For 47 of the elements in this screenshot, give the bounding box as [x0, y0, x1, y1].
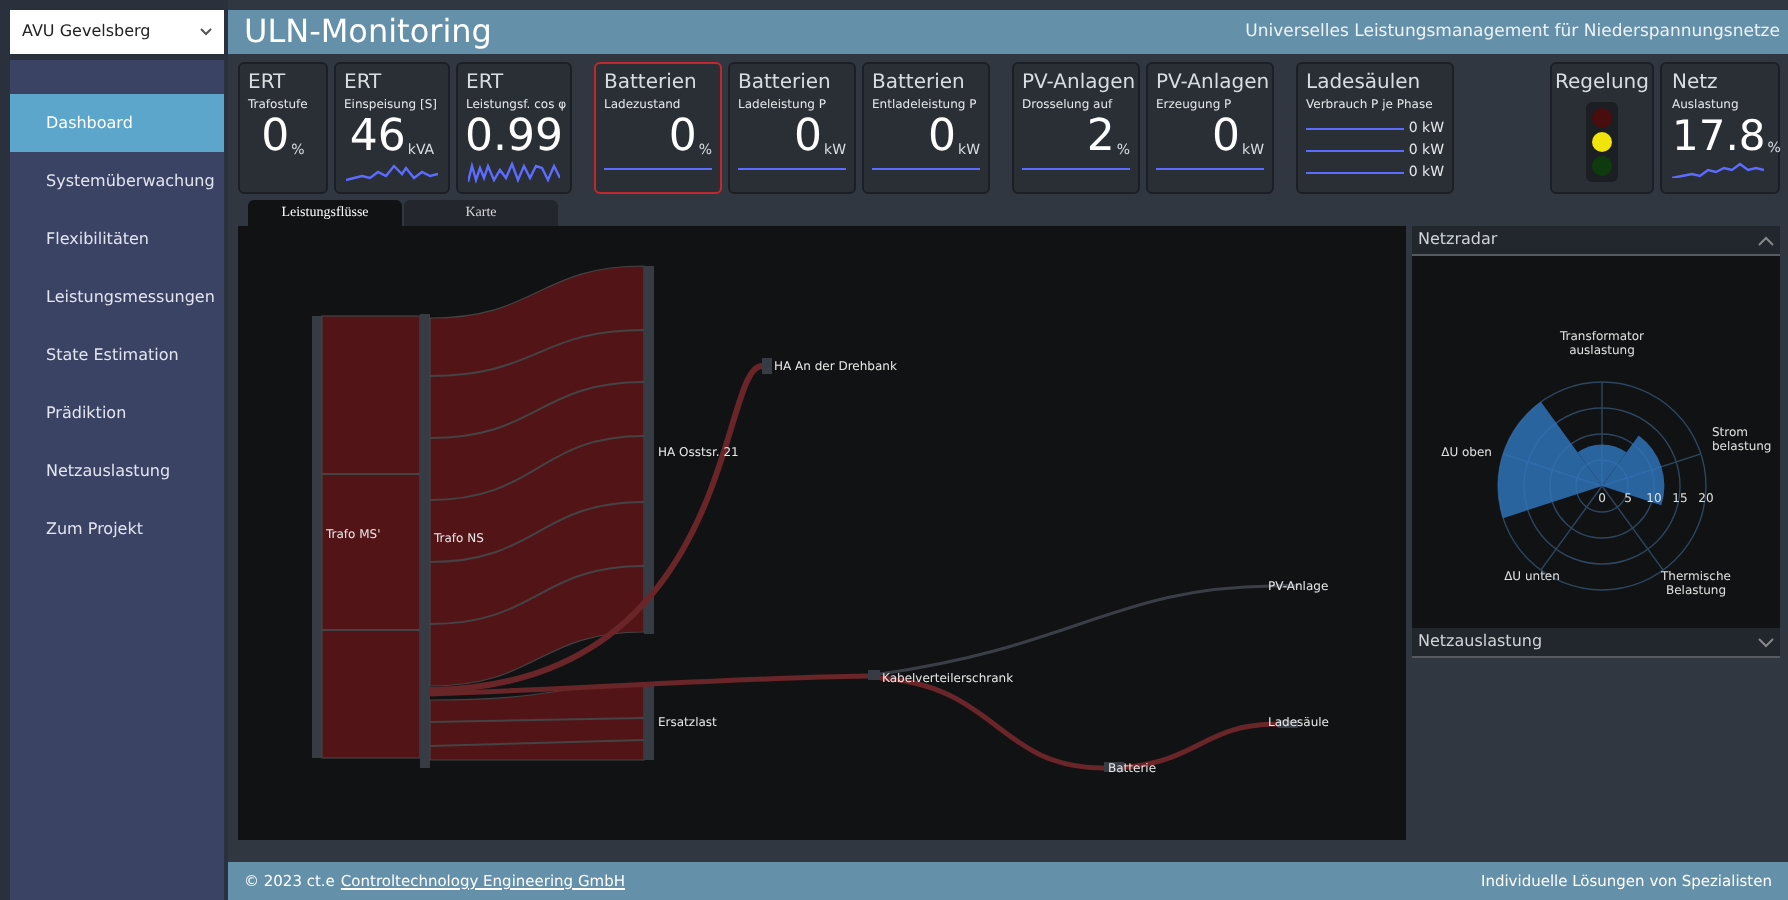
chevron-up-icon — [1758, 235, 1774, 245]
panel-header[interactable]: Netzradar — [1412, 226, 1780, 256]
card-group: Batterien — [738, 70, 831, 96]
sidebar-item[interactable]: State Estimation — [10, 326, 224, 384]
sidebar-item[interactable]: Netzauslastung — [10, 442, 224, 500]
trend-line — [1022, 168, 1130, 170]
card-value: 0 — [1212, 116, 1241, 160]
sidebar-item[interactable]: Systemüberwachung — [10, 152, 224, 210]
app-subtitle: Universelles Leistungsmanagement für Niederspannungsnetze — [1245, 19, 1780, 45]
trend-line — [738, 168, 846, 170]
card-group: PV-Anlagen — [1156, 70, 1270, 96]
sidebar-item[interactable]: Prädiktion — [10, 384, 224, 442]
card-group: Netz — [1672, 70, 1768, 96]
card-group: Batterien — [604, 70, 697, 96]
card-group: Batterien — [872, 70, 965, 96]
card-value: 0.99 — [465, 116, 563, 160]
card-group: Ladesäulen — [1306, 70, 1421, 96]
card-value: 17.8 — [1672, 114, 1766, 158]
chevron-down-icon — [1758, 637, 1774, 647]
panel-header[interactable]: Netzauslastung — [1412, 628, 1780, 658]
trend-line — [604, 168, 712, 170]
traffic-light-icon — [1586, 102, 1618, 182]
card-value: 0 — [668, 116, 697, 160]
sparkline — [1672, 158, 1764, 178]
card-group: ERT — [248, 70, 286, 96]
trend-line — [1156, 168, 1264, 170]
sidebar-item[interactable]: Leistungsmessungen — [10, 268, 224, 326]
trend-line — [872, 168, 980, 170]
card-value: 0 — [928, 116, 957, 160]
card-value: 46 — [349, 116, 406, 160]
phase-line — [1306, 172, 1405, 174]
sidebar-item[interactable]: Zum Projekt — [10, 500, 224, 558]
chevron-down-icon — [200, 28, 212, 36]
phase-line — [1306, 128, 1405, 130]
card-value: 0 — [261, 116, 290, 160]
phase-line — [1306, 150, 1405, 152]
card-value: 2 — [1086, 116, 1115, 160]
card-group: Regelung — [1555, 70, 1649, 96]
sparkline — [346, 160, 438, 184]
app-title: ULN-Monitoring — [244, 10, 492, 54]
sidebar-item[interactable]: Flexibilitäten — [10, 210, 224, 268]
card-value: 0 — [794, 116, 823, 160]
card-group: ERT — [466, 70, 504, 96]
card-group: PV-Anlagen — [1022, 70, 1136, 96]
sparkline — [468, 160, 560, 184]
site-dropdown[interactable]: AVU Gevelsberg — [10, 10, 224, 54]
card-group: ERT — [344, 70, 382, 96]
